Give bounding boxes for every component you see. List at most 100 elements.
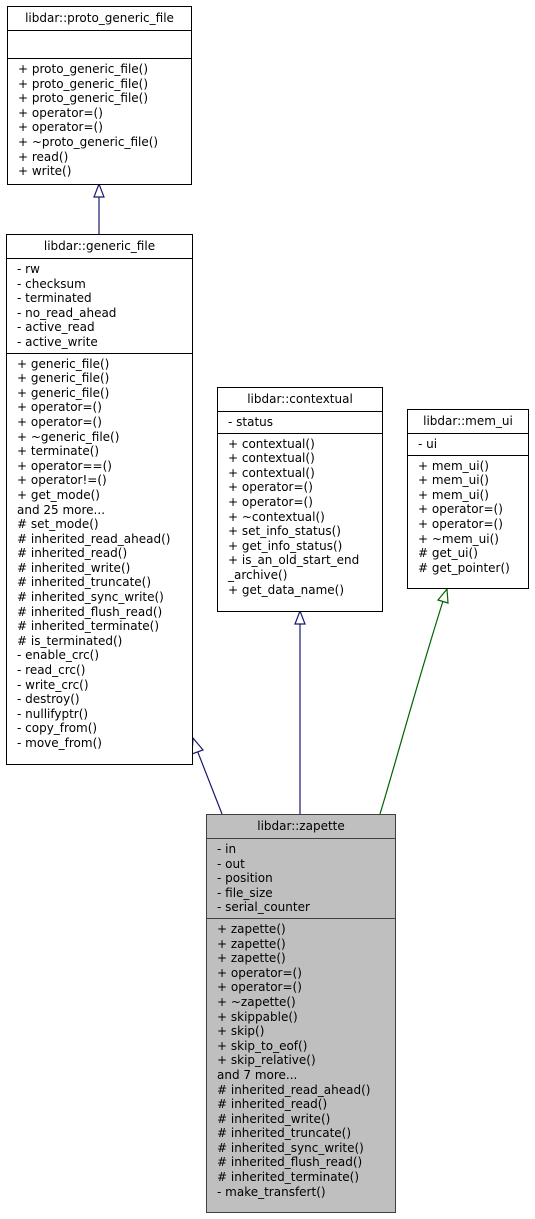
method-row: # inherited_read_ahead() — [217, 1082, 371, 1097]
method-row: + ~zapette() — [217, 994, 296, 1009]
inheritance-arrowhead — [436, 587, 449, 604]
class-title: libdar::zapette — [207, 815, 395, 839]
methods-section: + proto_generic_file() + proto_generic_fi… — [8, 59, 191, 182]
method-row: + operator=() — [18, 105, 103, 120]
method-row: + get_data_name() — [228, 582, 344, 597]
method-row: + operator=() — [18, 120, 103, 135]
attribute-row: - active_write — [17, 334, 98, 349]
method-row: + operator=() — [228, 494, 313, 509]
method-row: - read_crc() — [17, 663, 86, 678]
method-row: + skip_to_eof() — [217, 1038, 308, 1053]
method-row: + operator!=() — [17, 473, 107, 488]
attribute-row: - in — [217, 842, 237, 856]
method-row: + generic_file() — [17, 371, 110, 386]
method-row: # get_pointer() — [418, 560, 510, 575]
method-row: + operator=() — [228, 480, 313, 495]
class-contextual[interactable]: libdar::contextual - status + contextual… — [217, 387, 383, 612]
method-row: + ~mem_ui() — [418, 531, 499, 546]
more-members-label[interactable]: and 25 more... — [17, 503, 188, 518]
class-proto-generic-file[interactable]: libdar::proto_generic_file + proto_gener… — [7, 6, 192, 185]
attribute-row: - active_read — [17, 320, 95, 335]
method-row: - destroy() — [17, 692, 80, 707]
inheritance-arrowhead — [93, 182, 105, 198]
method-row: # inherited_flush_read() — [217, 1155, 363, 1170]
method-row: # inherited_write() — [17, 560, 131, 575]
attribute-row: - checksum — [17, 276, 86, 291]
class-title: libdar::contextual — [218, 388, 382, 412]
class-generic-file[interactable]: libdar::generic_file - rw - checksum - ter… — [6, 234, 193, 765]
method-row: + terminate() — [17, 444, 100, 459]
attribute-row: - no_read_ahead — [17, 305, 117, 320]
method-row: + skip() — [217, 1024, 265, 1039]
method-row: + contextual() — [228, 465, 315, 480]
method-row: _archive() — [228, 567, 288, 582]
attributes-section: - in - out - position - file_size - serial_c… — [207, 839, 395, 919]
method-row: + get_mode() — [17, 487, 100, 502]
method-row: + ~contextual() — [228, 509, 325, 524]
attribute-row: - file_size — [217, 885, 273, 900]
methods-section: + zapette() + zapette() + zapette() + opera… — [207, 919, 395, 1202]
attributes-section: - ui — [408, 434, 528, 456]
method-row: # set_mode() — [17, 517, 99, 532]
method-row: + get_info_status() — [228, 538, 343, 553]
method-row: + contextual() — [228, 436, 315, 451]
method-row: # inherited_truncate() — [217, 1126, 352, 1141]
method-row: # inherited_read() — [17, 546, 128, 561]
inheritance-arrowhead — [191, 736, 205, 755]
methods-section: + contextual() + contextual() + contextual… — [218, 434, 382, 601]
method-row: # inherited_read() — [217, 1097, 328, 1112]
method-row: + ~proto_generic_file() — [18, 134, 159, 149]
attribute-row: - rw — [17, 262, 40, 276]
class-zapette[interactable]: libdar::zapette - in - out - position - fil… — [206, 814, 396, 1213]
method-row: + write() — [18, 164, 72, 179]
method-row: + zapette() — [217, 936, 286, 951]
attributes-section — [8, 31, 191, 59]
method-row: + mem_ui() — [418, 458, 489, 473]
method-row: # inherited_terminate() — [17, 619, 160, 634]
inheritance-arrowhead — [294, 609, 306, 625]
method-row: # inherited_terminate() — [217, 1170, 360, 1185]
attributes-section: - status — [218, 412, 382, 434]
attribute-row: - serial_counter — [217, 900, 310, 915]
method-row: # is_terminated() — [17, 633, 123, 648]
method-row: # inherited_write() — [217, 1111, 331, 1126]
method-row: + zapette() — [217, 921, 286, 936]
edge-zapette-to-generic-file — [196, 749, 223, 815]
method-row: # inherited_flush_read() — [17, 604, 163, 619]
attribute-row: - ui — [418, 437, 438, 451]
method-row: + set_info_status() — [228, 524, 341, 539]
method-row: + ~generic_file() — [17, 429, 120, 444]
method-row: + operator=() — [217, 980, 302, 995]
method-row: + operator=() — [217, 965, 302, 980]
attribute-row: - position — [217, 871, 273, 886]
attributes-section: - rw - checksum - terminated - no_read_ahea… — [7, 259, 192, 354]
method-row: + operator=() — [418, 516, 503, 531]
class-title: libdar::proto_generic_file — [8, 7, 191, 31]
method-row: + contextual() — [228, 451, 315, 466]
method-row: # inherited_sync_write() — [217, 1140, 364, 1155]
method-row: + generic_file() — [17, 356, 110, 371]
method-row: + operator=() — [17, 400, 102, 415]
method-row: + proto_generic_file() — [18, 62, 149, 76]
method-row: + mem_ui() — [418, 473, 489, 488]
method-row: + skippable() — [217, 1009, 298, 1024]
method-row: + operator=() — [17, 414, 102, 429]
method-row: + skip_relative() — [217, 1053, 316, 1068]
class-title: libdar::generic_file — [7, 235, 192, 259]
methods-section: + mem_ui() + mem_ui() + mem_ui() + operator… — [408, 456, 528, 579]
more-members-label[interactable]: and 7 more... — [217, 1068, 391, 1083]
method-row: # inherited_sync_write() — [17, 590, 164, 605]
class-mem-ui[interactable]: libdar::mem_ui - ui + mem_ui() + mem_ui()… — [407, 409, 529, 589]
method-row: + generic_file() — [17, 385, 110, 400]
method-row: + mem_ui() — [418, 487, 489, 502]
method-row: - make_transfert() — [217, 1184, 326, 1199]
method-row: + is_an_old_start_end — [228, 553, 360, 568]
method-row: # inherited_truncate() — [17, 575, 152, 590]
method-row: + operator==() — [17, 458, 112, 473]
methods-section: + generic_file() + generic_file() + generi… — [7, 354, 192, 754]
attribute-row: - terminated — [17, 291, 92, 306]
method-row: - copy_from() — [17, 721, 98, 736]
attribute-row: - status — [228, 415, 274, 429]
method-row: # inherited_read_ahead() — [17, 531, 171, 546]
method-row: + proto_generic_file() — [18, 91, 149, 106]
